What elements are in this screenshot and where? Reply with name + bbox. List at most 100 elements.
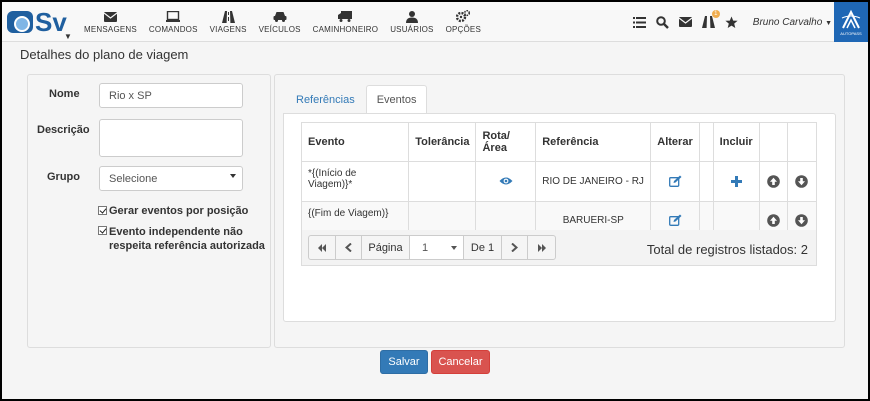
descricao-label: Descrição (37, 124, 90, 136)
tab-referencias[interactable]: Referências (285, 85, 366, 114)
tolerancia-cell (408, 161, 477, 202)
nav-item-viagens[interactable]: VIAGENS (204, 2, 253, 42)
col-blank-3 (787, 123, 816, 162)
nav-label: USUÁRIOS (390, 25, 434, 34)
notification-badge: 1 (711, 10, 720, 18)
eye-icon[interactable] (499, 174, 513, 188)
pagination-controls: Página 1 De 1 (308, 235, 556, 260)
caret-down-icon: ▼ (825, 19, 832, 27)
caret-down-icon: ▼ (64, 32, 72, 41)
col-alterar: Alterar (650, 123, 700, 162)
nav-item-caminhoneiro[interactable]: CAMINHONEIRO (307, 2, 385, 42)
user-menu[interactable]: Bruno Carvalho ▼ (753, 17, 832, 28)
arrow-up-circle-icon[interactable] (766, 174, 780, 188)
events-grid: Evento Tolerância Rota/Área Referência A… (301, 122, 817, 241)
descricao-textarea[interactable] (99, 119, 243, 157)
envelope-icon[interactable] (679, 15, 693, 29)
username-label: Bruno Carvalho (752, 16, 823, 28)
road-icon (221, 10, 235, 23)
nav-label: VEÍCULOS (258, 25, 301, 34)
tab-eventos[interactable]: Eventos (365, 85, 428, 114)
grupo-selected-value: Selecione (109, 173, 158, 185)
evento-cell: *{(Início de Viagem)}* (302, 161, 410, 202)
evento-independente-checkbox[interactable] (98, 226, 107, 235)
monitor-icon (166, 10, 181, 23)
blank-cell (699, 161, 714, 202)
col-incluir: Incluir (713, 123, 760, 162)
referencia-cell: RIO DE JANEIRO - RJ (535, 161, 652, 202)
col-tolerancia[interactable]: Tolerância (408, 123, 477, 162)
brand-mark-icon (841, 9, 861, 29)
arrow-up-circle-icon[interactable] (766, 213, 780, 227)
nav-item-veiculos[interactable]: VEÍCULOS (253, 2, 307, 42)
nome-value: Rio x SP (109, 90, 152, 102)
double-chevron-right-icon (537, 243, 546, 252)
chevron-left-icon (345, 243, 352, 252)
chevron-down-icon (451, 246, 457, 250)
navbar-right: 1 Bruno Carvalho ▼ (624, 2, 832, 42)
double-chevron-left-icon (318, 243, 326, 252)
col-blank-1 (699, 123, 714, 162)
logo-text: Sv (35, 6, 67, 37)
nav-label: VIAGENS (209, 25, 247, 34)
eye-logo-icon (7, 11, 33, 33)
total-records-label: Total de registros listados: 2 (646, 242, 808, 257)
col-blank-2 (759, 123, 788, 162)
nav-label: OPÇÕES (445, 25, 482, 34)
edit-icon[interactable] (668, 213, 682, 227)
nav-label: MENSAGENS (84, 25, 137, 34)
road-alert-icon[interactable]: 1 (702, 10, 720, 29)
col-evento[interactable]: Evento (302, 123, 410, 162)
user-icon (405, 10, 419, 23)
col-rota-area[interactable]: Rota/Área (475, 123, 537, 162)
events-table: Evento Tolerância Rota/Área Referência A… (302, 123, 816, 240)
tab-bar: Referências Eventos (285, 85, 428, 114)
chevron-down-icon (230, 174, 236, 178)
cancel-button[interactable]: Cancelar (431, 350, 490, 374)
table-row: *{(Início de Viagem)}* RIO DE JANEIRO - … (302, 161, 816, 202)
events-panel: Referências Eventos Evento Tolerância Ro… (274, 74, 845, 348)
page-select-value: 1 (422, 241, 429, 254)
star-icon[interactable] (725, 15, 739, 29)
nome-label: Nome (49, 88, 80, 100)
save-button[interactable]: Salvar (380, 350, 428, 374)
arrow-down-circle-icon[interactable] (795, 213, 809, 227)
col-referencia[interactable]: Referência (535, 123, 652, 162)
nav-item-usuarios[interactable]: USUÁRIOS (384, 2, 439, 42)
move-down-cell (787, 161, 816, 202)
nome-input[interactable]: Rio x SP (99, 83, 243, 108)
app-logo[interactable]: Sv ▼ (2, 2, 72, 42)
alterar-cell (650, 161, 700, 202)
evento-independente-checkbox-row[interactable]: Evento independente não respeita referên… (98, 225, 268, 253)
app-window: Sv ▼ MENSAGENS COMANDOS VIAGENS VEÍCULOS… (2, 2, 868, 399)
car-icon (273, 10, 287, 23)
list-icon[interactable] (633, 15, 647, 29)
truck-icon (338, 10, 353, 23)
last-page-button[interactable] (528, 236, 555, 259)
gerar-eventos-label: Gerar eventos por posição (109, 205, 249, 217)
top-navbar: Sv ▼ MENSAGENS COMANDOS VIAGENS VEÍCULOS… (2, 2, 868, 42)
nav-label: CAMINHONEIRO (312, 25, 379, 34)
grupo-select[interactable]: Selecione (99, 166, 243, 191)
plan-form-panel: Nome Rio x SP Descrição Grupo Selecione … (27, 74, 271, 348)
nav-label: COMANDOS (148, 25, 198, 34)
nav-item-mensagens[interactable]: MENSAGENS (78, 2, 143, 42)
nav-item-comandos[interactable]: COMANDOS (143, 2, 204, 42)
nav-item-opcoes[interactable]: OPÇÕES (440, 2, 487, 42)
evento-independente-label: Evento independente não respeita referên… (109, 226, 265, 252)
gerar-eventos-checkbox-row[interactable]: Gerar eventos por posição (98, 205, 248, 217)
of-pages-label: De 1 (464, 236, 502, 259)
arrow-down-circle-icon[interactable] (795, 174, 809, 188)
rota-area-cell (475, 161, 537, 202)
page-select[interactable]: 1 (410, 236, 464, 259)
next-page-button[interactable] (502, 236, 528, 259)
gerar-eventos-checkbox[interactable] (98, 206, 107, 215)
plus-icon[interactable] (729, 174, 743, 188)
chevron-right-icon (511, 243, 518, 252)
pagination-bar: Página 1 De 1 Total de registros listado… (301, 230, 817, 266)
search-icon[interactable] (656, 15, 670, 29)
prev-page-button[interactable] (336, 236, 362, 259)
edit-icon[interactable] (668, 174, 682, 188)
envelope-icon (103, 10, 117, 23)
first-page-button[interactable] (309, 236, 336, 259)
